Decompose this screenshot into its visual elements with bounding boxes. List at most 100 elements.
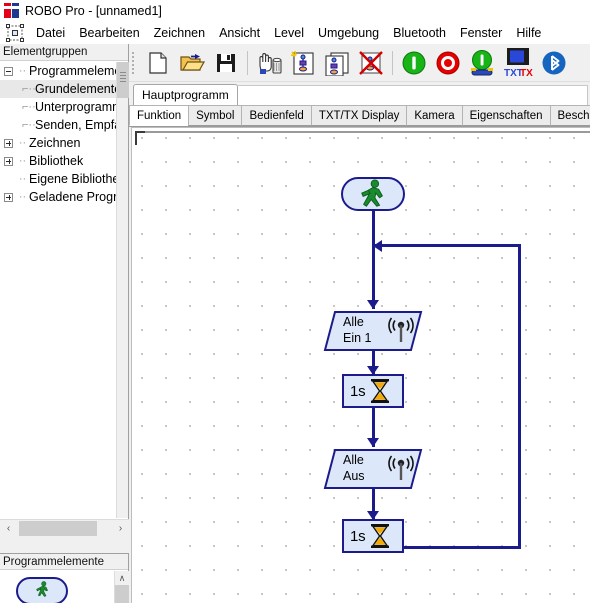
elements-scroll-thumb[interactable] — [115, 585, 129, 603]
tree-item-label: Grundelemente — [35, 82, 117, 96]
canvas-origin-marker — [135, 131, 145, 145]
tree-item-unterprogramme[interactable]: ⌐·· Unterprogramme — [0, 98, 117, 116]
tree-connector: ·· — [18, 173, 27, 185]
open-file-button[interactable] — [175, 46, 209, 80]
txt-interface-button[interactable]: TXT TX — [499, 46, 537, 80]
program-elements-panel: Programmelemente ∧ — [0, 553, 129, 603]
toolbar-separator — [247, 50, 248, 75]
new-subprogram-icon — [290, 50, 314, 75]
flow-node-label-line1: Alle — [343, 453, 364, 467]
arrow-loop-join — [373, 239, 382, 252]
tree-item-label: Zeichnen — [29, 136, 81, 150]
toolbar-drag-handle[interactable] — [131, 50, 137, 76]
flow-node-start[interactable] — [341, 177, 405, 211]
toolbar-separator — [392, 50, 393, 75]
fischertechnik-ft-logo-icon — [4, 3, 19, 18]
robo-pro-window: ROBO Pro - [unnamed1] Datei Bearbeiten Z… — [0, 0, 590, 603]
tree-item-label: Eigene Bibliothek — [29, 172, 117, 186]
svg-text:TX: TX — [520, 68, 533, 79]
tree-item-eigene-bibliothek[interactable]: ·· Eigene Bibliothek — [0, 170, 117, 188]
red-stop-icon — [436, 51, 460, 74]
start-button[interactable] — [397, 46, 431, 80]
start-robot-button[interactable] — [465, 46, 499, 80]
tree-vertical-scroll-thumb[interactable] — [117, 62, 129, 98]
menu-item-umgebung[interactable]: Umgebung — [311, 24, 386, 42]
flow-node-label: Alle Ein 1 — [343, 314, 385, 346]
window-title: ROBO Pro - [unnamed1] — [25, 3, 162, 18]
tab-txt-tx-display[interactable]: TXT/TX Display — [310, 105, 408, 126]
stop-button[interactable] — [431, 46, 465, 80]
menu-item-level[interactable]: Level — [267, 24, 311, 42]
tree-item-label: Geladene Programme — [29, 190, 117, 204]
tab-kamera[interactable]: Kamera — [406, 105, 463, 126]
menu-item-fenster[interactable]: Fenster — [453, 24, 509, 42]
document-tab-bar: Hauptprogramm — [129, 82, 590, 105]
connector-start-to-out1 — [372, 211, 375, 309]
connector-loop-top — [375, 244, 521, 247]
bluetooth-icon — [542, 51, 566, 74]
scroll-right-button[interactable]: › — [112, 519, 129, 537]
flow-node-output-alle-ein-1[interactable]: Alle Ein 1 — [323, 309, 423, 353]
palette-item-start[interactable] — [16, 577, 68, 603]
tree-item-label: Senden, Empfangen — [35, 118, 117, 132]
new-file-button[interactable] — [141, 46, 175, 80]
menu-item-datei[interactable]: Datei — [29, 24, 72, 42]
menu-item-zeichnen[interactable]: Zeichnen — [147, 24, 212, 42]
delete-subprogram-button[interactable] — [354, 46, 388, 80]
tree-item-geladene-programme[interactable]: ·· Geladene Programme — [0, 188, 117, 206]
wait-time-label: 1s — [350, 527, 366, 545]
menu-item-bluetooth[interactable]: Bluetooth — [386, 24, 453, 42]
save-file-button[interactable] — [209, 46, 243, 80]
expand-toggle-icon[interactable] — [4, 156, 13, 166]
elements-vertical-scrollbar[interactable]: ∧ — [114, 571, 129, 603]
green-runner-start-icon — [36, 581, 49, 597]
scroll-left-button[interactable]: ‹ — [0, 519, 17, 537]
flow-node-wait-1s-first[interactable]: 1s — [342, 374, 404, 408]
tree-item-programmelemente[interactable]: ·· Programmelemente — [0, 62, 117, 80]
menu-item-hilfe[interactable]: Hilfe — [509, 24, 548, 42]
tab-funktion[interactable]: Funktion — [129, 105, 190, 126]
tree-item-zeichnen[interactable]: ·· Zeichnen — [0, 134, 117, 152]
menu-bar: Datei Bearbeiten Zeichnen Ansicht Level … — [0, 21, 590, 44]
delete-tool-button[interactable] — [252, 46, 286, 80]
tree-item-senden-empfangen[interactable]: ⌐·· Senden, Empfangen — [0, 116, 117, 134]
element-groups-tree[interactable]: ·· Programmelemente ⌐·· Grundelemente ⌐·… — [0, 62, 117, 518]
copy-subprogram-icon — [325, 51, 349, 76]
green-start-icon — [402, 51, 426, 74]
scroll-up-button[interactable]: ∧ — [115, 571, 129, 585]
bluetooth-button[interactable] — [537, 46, 571, 80]
tree-hscroll-track[interactable] — [17, 519, 112, 537]
green-start-robot-icon — [471, 49, 493, 75]
tab-hauptprogramm[interactable]: Hauptprogramm — [133, 84, 238, 105]
tree-horizontal-scrollbar[interactable]: ‹ › — [0, 519, 129, 537]
collapse-toggle-icon[interactable] — [4, 66, 13, 76]
flow-node-wait-1s-second[interactable]: 1s — [342, 519, 404, 553]
green-runner-start-icon — [361, 179, 383, 207]
tab-symbol[interactable]: Symbol — [188, 105, 243, 126]
menu-item-ansicht[interactable]: Ansicht — [212, 24, 267, 42]
flow-node-output-alle-aus[interactable]: Alle Aus — [323, 447, 423, 491]
program-elements-list[interactable] — [0, 571, 113, 603]
tree-hscroll-thumb[interactable] — [19, 520, 97, 536]
flow-node-label-line1: Alle — [343, 315, 364, 329]
hand-trash-icon — [259, 52, 282, 74]
expand-toggle-icon[interactable] — [4, 138, 13, 148]
tree-item-grundelemente[interactable]: ⌐·· Grundelemente — [0, 80, 117, 98]
menu-item-bearbeiten[interactable]: Bearbeiten — [72, 24, 146, 42]
copy-subprogram-button[interactable] — [320, 46, 354, 80]
new-subprogram-button[interactable] — [286, 46, 320, 80]
program-elements-header: Programmelemente — [0, 554, 128, 570]
tab-eigenschaften[interactable]: Eigenschaften — [461, 105, 551, 126]
tree-vertical-scrollbar[interactable] — [116, 62, 129, 518]
program-node-icon[interactable] — [5, 23, 25, 42]
tab-bedienfeld[interactable]: Bedienfeld — [241, 105, 312, 126]
tree-connector: ⌐·· — [22, 119, 36, 131]
tree-connector: ·· — [18, 191, 27, 203]
tree-connector: ⌐·· — [22, 83, 36, 95]
tab-beschreibung[interactable]: Beschreibung — [549, 105, 590, 126]
flowchart-canvas[interactable]: Alle Ein 1 1s Alle Aus 1s — [131, 127, 590, 603]
tree-item-bibliothek[interactable]: ·· Bibliothek — [0, 152, 117, 170]
expand-toggle-icon[interactable] — [4, 192, 13, 202]
wait-time-label: 1s — [350, 382, 366, 400]
hourglass-icon — [371, 379, 390, 403]
